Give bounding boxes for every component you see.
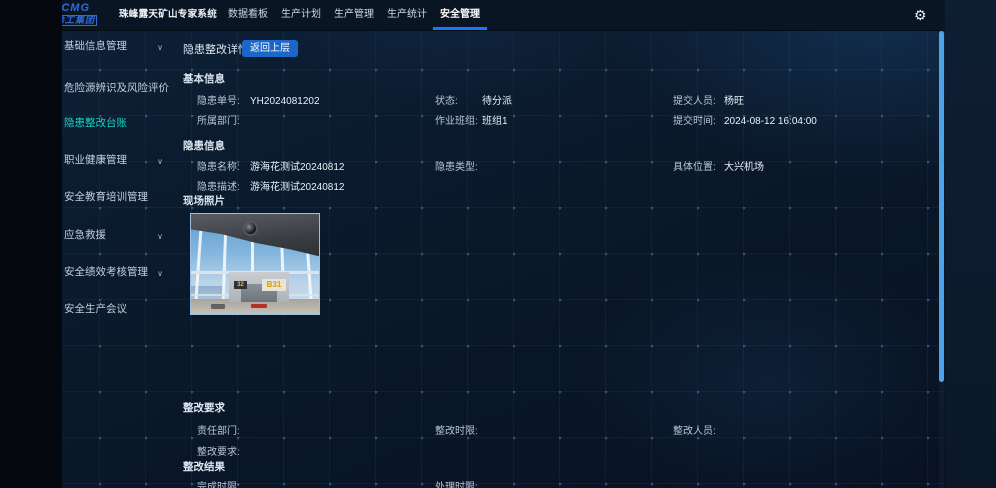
screen: XCMG 徐工集团 珠峰露天矿山专家系统 | 数据看板 生产计划 生产管理 生产… (0, 0, 996, 488)
sidebar-item-hidden-danger-ledger[interactable]: 隐患整改台账 (62, 116, 176, 131)
tab-production-statistics[interactable]: 生产统计 (385, 0, 429, 30)
section-header-rectify-requirement: 整改要求 (183, 402, 225, 415)
photo-gate-sign-32: 32 (234, 281, 247, 289)
photo-people (211, 304, 225, 309)
field-label: 责任部门: (197, 425, 250, 439)
tab-safety-management[interactable]: 安全管理 (438, 0, 482, 30)
sidebar-item-safety-performance[interactable]: 安全绩效考核管理 ∨ (62, 265, 176, 280)
field-submit-time: 提交时间:2024-08-12 16:04:00 (673, 115, 817, 129)
field-label: 所属部门: (197, 115, 250, 129)
chevron-down-icon: ∨ (157, 154, 163, 169)
sidebar-item-label: 基础信息管理 (64, 40, 127, 52)
photo-dome-camera (243, 221, 258, 236)
photo-red-seats (251, 304, 267, 308)
main-content: 隐患整改详情 返回上层 基本信息 隐患单号:YH2024081202 状态:待分… (62, 0, 945, 488)
field-danger-name: 隐患名称:游海花测试20240812 (197, 161, 345, 175)
system-title: 珠峰露天矿山专家系统 (119, 0, 217, 30)
logo-text-bottom: 徐工集团 (62, 15, 97, 26)
desktop-right-strip (945, 0, 996, 488)
desktop-left-strip (0, 0, 62, 488)
field-handle-deadline: 处理时限: (435, 481, 482, 488)
tab-production-plan[interactable]: 生产计划 (279, 0, 323, 30)
title-separator: | (212, 0, 215, 30)
sidebar-item-basic-info-mgmt[interactable]: 基础信息管理 ∨ (62, 39, 176, 54)
field-finish-deadline: 完成时限: (197, 481, 250, 488)
field-label: 隐患描述: (197, 181, 250, 195)
logo-text-top: XCMG (62, 3, 97, 14)
field-label: 提交时间: (673, 115, 724, 129)
field-label: 整改要求: (197, 446, 250, 460)
field-label: 整改人员: (673, 425, 724, 439)
field-value: 游海花测试20240812 (250, 182, 345, 193)
field-work-team: 作业班组:班组1 (435, 115, 508, 129)
sidebar-item-label: 隐患整改台账 (64, 117, 127, 129)
field-label: 处理时限: (435, 481, 482, 488)
field-label: 隐患名称: (197, 161, 250, 175)
sidebar-item-hazard-identification[interactable]: 危险源辨识及风险评价 (62, 81, 176, 96)
sidebar-item-emergency-rescue[interactable]: 应急救援 ∨ (62, 228, 176, 243)
nav-tabs: 数据看板 生产计划 生产管理 生产统计 安全管理 (226, 0, 482, 30)
field-value: 大兴机场 (724, 162, 764, 173)
tab-data-dashboard[interactable]: 数据看板 (226, 0, 270, 30)
chevron-down-icon: ∨ (157, 266, 163, 281)
back-to-parent-button[interactable]: 返回上层 (242, 40, 298, 57)
site-photo-thumbnail[interactable]: 32 B31 (190, 213, 320, 315)
field-label: 提交人员: (673, 95, 724, 109)
sidebar-item-label: 应急救援 (64, 229, 106, 241)
field-submitter: 提交人员:杨旺 (673, 95, 744, 109)
field-rectify-person: 整改人员: (673, 425, 724, 439)
field-rectify-requirement: 整改要求: (197, 446, 250, 460)
field-label: 作业班组: (435, 115, 482, 129)
field-label: 具体位置: (673, 161, 724, 175)
sidebar-item-safety-education[interactable]: 安全教育培训管理 (62, 190, 176, 205)
field-location: 具体位置:大兴机场 (673, 161, 764, 175)
sidebar-item-label: 职业健康管理 (64, 154, 127, 166)
xcmg-logo: XCMG 徐工集团 (62, 3, 97, 26)
field-department: 所属部门: (197, 115, 250, 129)
field-value: 游海花测试20240812 (250, 162, 345, 173)
field-value: 2024-08-12 16:04:00 (724, 116, 817, 127)
section-header-basic-info: 基本信息 (183, 73, 225, 86)
sidebar-item-occupational-health[interactable]: 职业健康管理 ∨ (62, 153, 176, 168)
status-value: 待分派 (482, 96, 512, 107)
field-danger-number: 隐患单号:YH2024081202 (197, 95, 320, 109)
app-window: XCMG 徐工集团 珠峰露天矿山专家系统 | 数据看板 生产计划 生产管理 生产… (62, 0, 945, 488)
field-value: 杨旺 (724, 96, 744, 107)
top-navigation-bar: XCMG 徐工集团 珠峰露天矿山专家系统 | 数据看板 生产计划 生产管理 生产… (62, 0, 945, 31)
sidebar-item-label: 安全生产会议 (64, 303, 127, 315)
chevron-down-icon: ∨ (157, 40, 163, 55)
page-title: 隐患整改详情 (183, 41, 249, 57)
settings-gear-icon[interactable]: ⚙ (914, 0, 927, 30)
field-responsible-department: 责任部门: (197, 425, 250, 439)
photo-gate-sign-b31: B31 (262, 279, 286, 291)
scrollbar-thumb[interactable] (939, 31, 944, 382)
field-label: 完成时限: (197, 481, 250, 488)
section-header-danger-info: 隐患信息 (183, 140, 225, 153)
sidebar-item-label: 安全教育培训管理 (64, 191, 148, 203)
field-label: 状态: (435, 95, 482, 109)
tab-production-management[interactable]: 生产管理 (332, 0, 376, 30)
sidebar-item-label: 安全绩效考核管理 (64, 266, 148, 278)
field-value: 班组1 (482, 116, 508, 127)
chevron-down-icon: ∨ (157, 229, 163, 244)
field-danger-type: 隐患类型: (435, 161, 482, 175)
field-status: 状态:待分派 (435, 95, 512, 109)
photo-gate-structure: 32 B31 (229, 272, 289, 302)
field-label: 隐患单号: (197, 95, 250, 109)
field-value: YH2024081202 (250, 96, 320, 107)
section-header-rectify-result: 整改结果 (183, 461, 225, 474)
field-danger-description: 隐患描述:游海花测试20240812 (197, 181, 345, 195)
field-label: 整改时限: (435, 425, 482, 439)
sidebar-item-safety-meeting[interactable]: 安全生产会议 (62, 302, 176, 317)
section-header-site-photos: 现场照片 (183, 195, 225, 208)
sidebar-item-label: 危险源辨识及风险评价 (64, 82, 169, 94)
field-label: 隐患类型: (435, 161, 482, 175)
field-rectify-deadline: 整改时限: (435, 425, 482, 439)
